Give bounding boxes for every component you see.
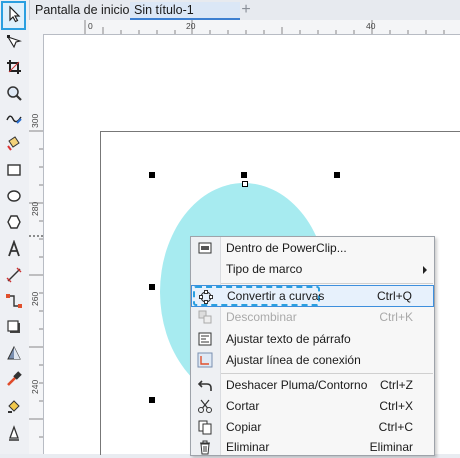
submenu-arrow-icon xyxy=(423,266,427,274)
menu-item-break-apart[interactable]: Descombinar Ctrl+K xyxy=(191,306,434,328)
connector-tool-icon xyxy=(5,292,23,313)
ruler-label: 240 xyxy=(30,379,40,394)
menu-item-label: Copiar xyxy=(226,420,262,434)
polygon-tool-button[interactable] xyxy=(3,213,25,233)
pick-tool-icon xyxy=(5,5,23,26)
menu-item-connector-line[interactable]: Ajustar línea de conexión xyxy=(191,349,434,371)
menu-item-label: Cortar xyxy=(226,399,260,413)
copy-icon xyxy=(196,418,214,436)
menu-item-delete[interactable]: Eliminar Eliminar xyxy=(191,436,434,458)
horizontal-ruler[interactable]: 0 20 40 xyxy=(29,20,460,35)
menu-item-powerclip[interactable]: Dentro de PowerClip... xyxy=(191,237,434,259)
menu-item-shortcut: Ctrl+K xyxy=(379,310,413,324)
selection-handle[interactable] xyxy=(149,284,155,290)
smart-fill-bottom-button[interactable] xyxy=(3,424,25,444)
break-apart-icon xyxy=(196,308,214,326)
crop-tool-icon xyxy=(5,58,23,79)
menu-item-shortcut: Ctrl+X xyxy=(379,399,413,413)
connector-tool-button[interactable] xyxy=(3,292,25,312)
tab-document[interactable]: Sin título-1 xyxy=(130,2,240,20)
ruler-label: 300 xyxy=(30,113,40,128)
rectangle-tool-icon xyxy=(5,161,23,182)
menu-item-shortcut: Ctrl+Q xyxy=(376,289,412,303)
smart-fill-tool-icon xyxy=(5,134,23,155)
ellipse-tool-button[interactable] xyxy=(3,187,25,207)
menu-item-shortcut: Ctrl+C xyxy=(378,420,413,434)
menu-item-label: Tipo de marco xyxy=(226,262,303,276)
vertical-ruler[interactable]: 300 280 260 240 xyxy=(29,34,44,454)
zoom-tool-button[interactable] xyxy=(3,84,25,104)
interactive-fill-tool-button[interactable] xyxy=(3,397,25,417)
delete-icon xyxy=(196,438,214,456)
smart-fill-bottom-icon xyxy=(5,424,23,445)
connector-line-icon xyxy=(196,351,214,369)
menu-item-label: Deshacer Pluma/Contorno xyxy=(226,378,368,392)
freehand-tool-button[interactable] xyxy=(3,109,25,129)
shape-tool-button[interactable] xyxy=(3,33,25,53)
interactive-fill-tool-icon xyxy=(5,397,23,418)
ruler-label: 260 xyxy=(30,291,40,306)
text-tool-icon xyxy=(5,238,23,261)
tab-home[interactable]: Pantalla de inicio xyxy=(31,2,135,18)
menu-item-label: Ajustar texto de párrafo xyxy=(226,332,351,346)
drop-shadow-tool-button[interactable] xyxy=(3,318,25,338)
menu-item-cut[interactable]: Cortar Ctrl+X xyxy=(191,395,434,417)
selection-handle[interactable] xyxy=(149,172,155,178)
menu-item-label: Descombinar xyxy=(226,310,297,324)
menu-item-label: Convertir a curvas xyxy=(227,289,325,303)
ruler-label: 280 xyxy=(30,201,40,216)
drop-shadow-tool-icon xyxy=(5,318,23,339)
transparency-tool-button[interactable] xyxy=(3,344,25,364)
shape-tool-icon xyxy=(5,33,23,54)
eyedropper-tool-icon xyxy=(5,370,23,391)
smart-fill-tool-button[interactable] xyxy=(3,134,25,154)
ellipse-tool-icon xyxy=(5,187,23,208)
parallel-dimension-tool-button[interactable] xyxy=(3,266,25,286)
menu-item-frame-type[interactable]: Tipo de marco xyxy=(191,258,434,280)
menu-separator xyxy=(221,283,433,284)
selection-handle[interactable] xyxy=(149,397,155,403)
document-tab-bar: Pantalla de inicio Sin título-1 + xyxy=(29,0,460,21)
menu-item-copy[interactable]: Copiar Ctrl+C xyxy=(191,416,434,438)
crop-tool-button[interactable] xyxy=(3,58,25,78)
cut-icon xyxy=(196,397,214,415)
selection-handle[interactable] xyxy=(241,172,247,178)
ruler-label: 0 xyxy=(88,21,93,31)
toolbox xyxy=(0,0,30,454)
rectangle-tool-button[interactable] xyxy=(3,161,25,181)
freehand-tool-icon xyxy=(5,109,23,130)
wrap-paragraph-text-icon xyxy=(196,330,214,348)
text-tool-button[interactable] xyxy=(3,238,25,261)
context-menu: Dentro de PowerClip... Tipo de marco Con… xyxy=(190,236,435,456)
polygon-tool-icon xyxy=(5,213,23,234)
ruler-label: 40 xyxy=(366,21,376,31)
menu-item-shortcut: Ctrl+Z xyxy=(380,378,413,392)
ruler-label: 20 xyxy=(186,21,196,31)
menu-item-label: Eliminar xyxy=(226,440,270,454)
undo-icon xyxy=(196,376,214,394)
menu-item-label: Dentro de PowerClip... xyxy=(226,241,347,255)
menu-item-label: Ajustar línea de conexión xyxy=(226,353,361,367)
selection-handle[interactable] xyxy=(334,172,340,178)
add-tab-button[interactable]: + xyxy=(238,2,254,18)
menu-item-shortcut: Eliminar xyxy=(369,440,413,454)
transparency-tool-icon xyxy=(5,344,23,365)
eyedropper-tool-button[interactable] xyxy=(3,370,25,390)
pick-tool-button[interactable] xyxy=(1,1,26,30)
menu-item-undo[interactable]: Deshacer Pluma/Contorno Ctrl+Z xyxy=(191,374,434,396)
menu-item-wrap-paragraph-text[interactable]: Ajustar texto de párrafo xyxy=(191,328,434,350)
node-handle[interactable] xyxy=(242,181,248,187)
powerclip-icon xyxy=(196,239,214,257)
menu-item-convert-to-curves[interactable]: Convertir a curvas Ctrl+Q xyxy=(191,285,434,307)
zoom-tool-icon xyxy=(5,84,23,105)
parallel-dimension-tool-icon xyxy=(5,266,23,287)
